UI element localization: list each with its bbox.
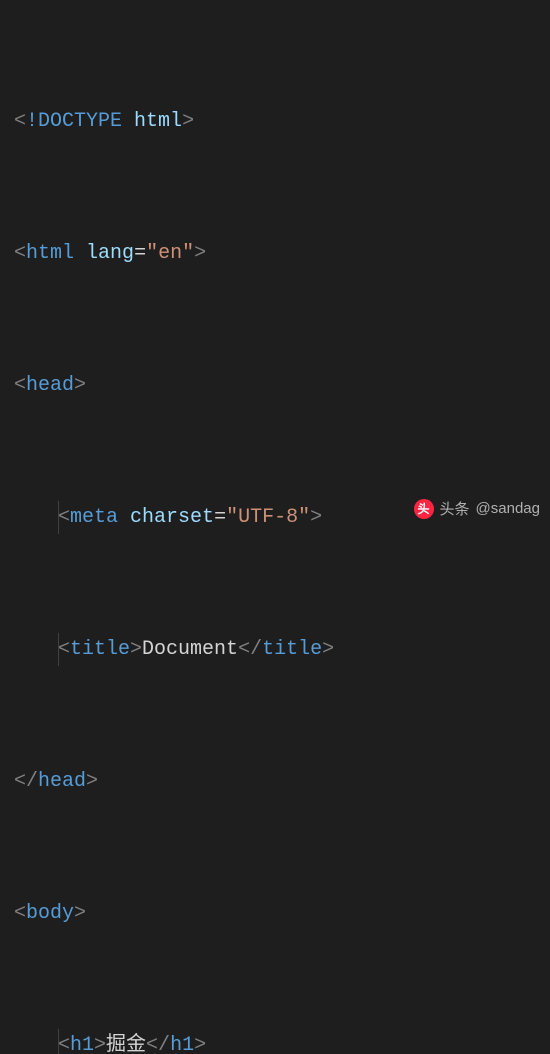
code-editor[interactable]: <!DOCTYPE html> <html lang="en"> <head> … bbox=[0, 0, 550, 1054]
watermark-prefix: 头条 bbox=[440, 498, 470, 519]
code-line-h1: <h1>掘金</h1> bbox=[14, 1029, 550, 1054]
code-line-body-open: <body> bbox=[14, 897, 550, 930]
toutiao-logo-icon: 头 bbox=[414, 499, 434, 519]
code-line-head-open: <head> bbox=[14, 369, 550, 402]
code-line-title: <title>Document</title> bbox=[14, 633, 550, 666]
code-line-html-open: <html lang="en"> bbox=[14, 237, 550, 270]
code-line-doctype: <!DOCTYPE html> bbox=[14, 105, 550, 138]
watermark: 头 头条 @sandag bbox=[414, 498, 540, 519]
code-line-head-close: </head> bbox=[14, 765, 550, 798]
watermark-handle: @sandag bbox=[476, 500, 540, 517]
